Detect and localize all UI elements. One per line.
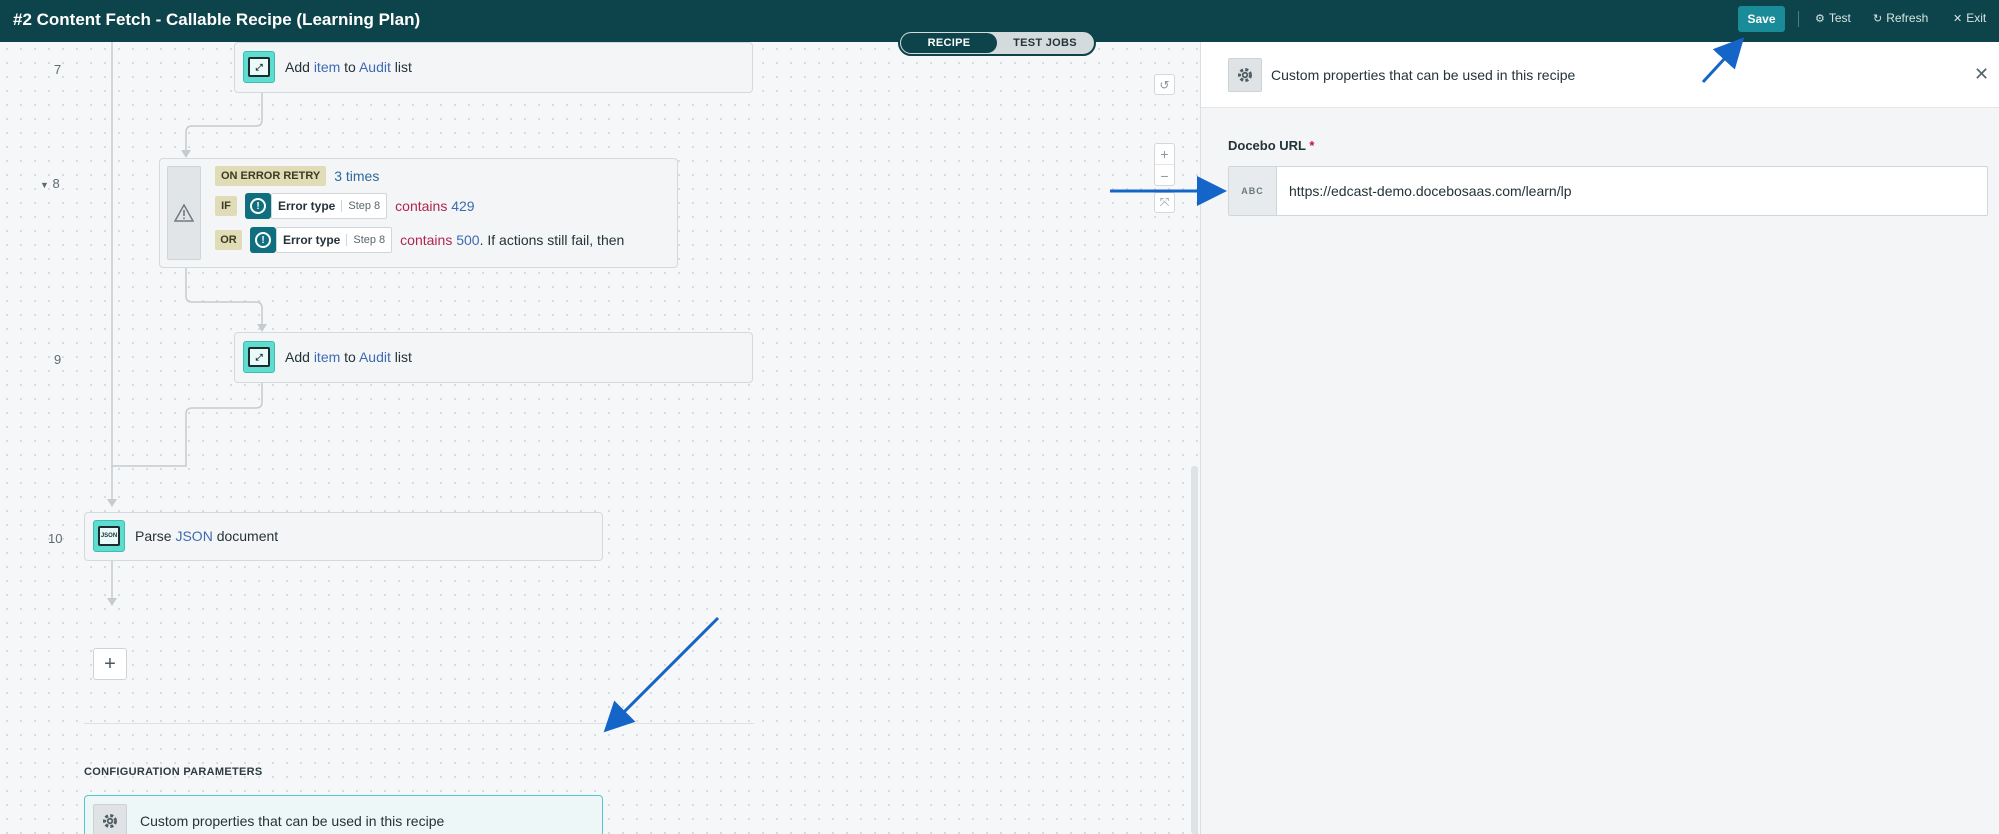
close-icon: ✕ [1953,12,1963,25]
step-card-9[interactable]: ⤢ Add item to Audit list [234,332,753,383]
step-number-9: 9 [54,352,62,367]
error-type-pill[interactable]: Error type Step 8 [271,193,388,219]
refresh-label: Refresh [1886,11,1929,25]
exit-button[interactable]: ✕ Exit [1953,11,1986,25]
test-label: Test [1828,11,1851,25]
step-card-7[interactable]: ⤢ Add item to Audit list [234,42,753,93]
list-app-icon: ⤢ [243,341,275,373]
if-badge: IF [215,196,237,216]
or-badge: OR [215,230,242,250]
view-toggle: RECIPE TEST JOBS [898,30,1096,56]
close-panel-icon[interactable]: ✕ [1974,64,1989,85]
error-datapill-icon: ! [250,227,276,253]
on-error-retry-badge: ON ERROR RETRY [215,166,327,186]
condition-1-text: contains 429 [395,198,475,214]
docebo-url-input[interactable] [1277,167,1987,215]
panel-title: Custom properties that can be used in th… [1271,67,1576,83]
zoom-in-icon[interactable]: + [1155,144,1174,165]
test-button[interactable]: ⚙ Test [1815,11,1851,25]
step-card-10[interactable]: JSON Parse JSON document [84,512,603,561]
json-parser-icon: JSON [93,520,125,552]
error-retry-card[interactable]: ON ERROR RETRY 3 times IF ! Error type St… [159,158,678,268]
properties-panel: Custom properties that can be used in th… [1200,42,1999,834]
exit-label: Exit [1966,11,1987,25]
config-section-title: CONFIGURATION PARAMETERS [84,766,263,778]
tab-test-jobs[interactable]: TEST JOBS [997,33,1093,53]
fit-view-icon[interactable]: ⤧ [1154,192,1175,213]
docebo-url-label: Docebo URL * [1228,138,1315,153]
list-app-icon: ⤢ [243,51,275,83]
zoom-controls: + − [1154,143,1175,186]
reset-view-icon[interactable]: ↺ [1154,74,1175,95]
condition-2-text: contains 500. If actions still fail, the… [400,232,625,248]
collapse-caret-icon[interactable]: ▼ [40,180,49,190]
gear-icon [1228,58,1262,92]
retry-count: 3 times [334,168,380,184]
refresh-icon: ↻ [1873,12,1883,25]
plus-icon: + [104,652,116,675]
gear-icon [93,803,127,834]
add-step-button[interactable]: + [93,648,127,680]
refresh-button[interactable]: ↻ Refresh [1873,11,1928,25]
step-9-description: Add item to Audit list [285,349,412,365]
step-10-description: Parse JSON document [135,528,279,544]
canvas-scrollbar[interactable] [1191,466,1198,834]
step-number-7: 7 [54,62,62,77]
recipe-title: #2 Content Fetch - Callable Recipe (Lear… [13,10,421,29]
panel-header: Custom properties that can be used in th… [1201,42,1999,108]
divider [1798,11,1799,27]
error-type-pill[interactable]: Error type Step 8 [276,227,393,253]
config-item-label: Custom properties that can be used in th… [140,812,445,829]
tab-recipe[interactable]: RECIPE [901,33,997,53]
section-divider [84,723,754,724]
save-button[interactable]: Save [1738,6,1785,32]
gear-icon: ⚙ [1815,12,1825,25]
warning-icon [167,166,201,260]
step-number-10: 10 [48,531,63,546]
recipe-canvas[interactable]: 7 ⤢ Add item to Audit list ▼ 8 ON ERROR … [0,42,1200,834]
step-7-description: Add item to Audit list [285,59,412,75]
zoom-out-icon[interactable]: − [1155,165,1174,186]
config-custom-properties[interactable]: Custom properties that can be used in th… [84,795,603,834]
text-type-badge: ABC [1229,167,1277,215]
step-number-8[interactable]: ▼ 8 [40,176,60,191]
error-datapill-icon: ! [245,193,271,219]
docebo-url-field: ABC [1228,166,1988,216]
